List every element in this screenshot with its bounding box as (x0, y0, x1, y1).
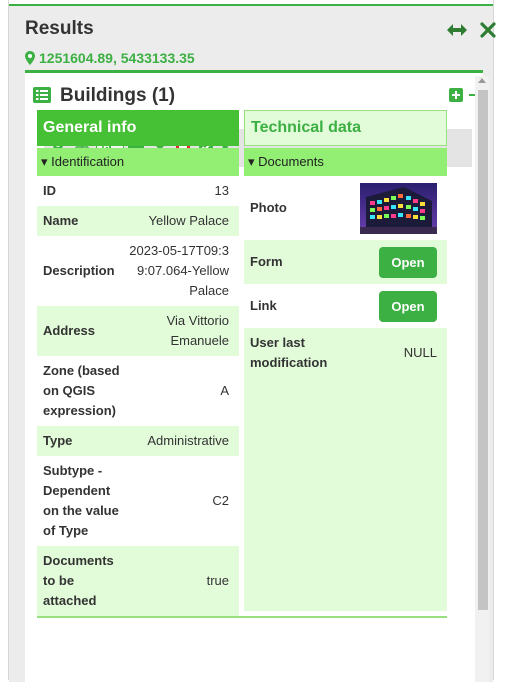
scroll-thumb[interactable] (478, 90, 488, 610)
field-row: Name Yellow Palace (37, 206, 239, 236)
field-row: Type Administrative (37, 426, 239, 456)
field-label: User last modification (250, 335, 328, 370)
card-header: Buildings (1) (25, 73, 479, 115)
field-value: C2 (212, 493, 229, 508)
field-value: NULL (403, 345, 437, 360)
field-value: true (206, 573, 229, 588)
card-bottom-border (37, 616, 447, 618)
tab-general-info[interactable]: General info (37, 110, 239, 146)
field-row: Description 2023-05-17T09:39:07.064-Yell… (37, 236, 239, 306)
section-documents[interactable]: ▾ Documents (244, 148, 447, 176)
vertical-scrollbar[interactable] (475, 76, 489, 682)
open-form-button[interactable]: Open (379, 246, 437, 278)
field-label: Subtype - Dependent on the value of Type (43, 463, 119, 538)
scroll-up-arrow[interactable] (478, 78, 486, 83)
tab-technical-data[interactable]: Technical data (244, 110, 447, 146)
field-value: 2023-05-17T09:39:07.064-Yellow Palace (129, 243, 229, 298)
field-label: Type (43, 433, 73, 448)
coordinates-readout: 1251604.89, 5433133.35 (25, 50, 195, 66)
field-value: Yellow Palace (148, 213, 229, 228)
empty-area (244, 378, 447, 611)
user-modification-row: User last modification NULL (244, 328, 447, 378)
coordinates-text: 1251604.89, 5433133.35 (39, 50, 195, 66)
field-row: Address Via Vittorio Emanuele (37, 306, 239, 356)
building-photo[interactable] (360, 182, 437, 234)
open-link-button[interactable]: Open (379, 290, 437, 322)
field-row: ID 13 (37, 176, 239, 206)
field-label: Name (43, 213, 79, 228)
field-value: Via Vittorio Emanuele (166, 313, 229, 348)
expand-plus-icon[interactable] (449, 88, 463, 102)
technical-data-column: Technical data ▾ Documents Photo Form Op… (244, 110, 447, 611)
field-label: Form (250, 254, 283, 269)
results-panel: Results 1251604.89, 5433133.35 Buildings… (9, 4, 496, 685)
layer-title: Buildings (1) (60, 85, 176, 106)
field-label: Photo (250, 200, 287, 215)
list-icon (33, 87, 51, 103)
link-row: Link Open (244, 284, 447, 328)
field-row: Zone (based on QGIS expression) A (37, 356, 239, 426)
results-title: Results (25, 18, 94, 39)
field-label: Link (250, 298, 277, 313)
photo-row: Photo (244, 176, 447, 240)
expand-horizontal-icon[interactable] (445, 20, 469, 40)
general-info-column: General info ▾ Identification ID 13 Name… (37, 110, 239, 616)
field-label: ID (43, 183, 56, 198)
right-edge (493, 0, 494, 680)
field-label: Description (43, 263, 115, 278)
field-label: Address (43, 323, 96, 338)
form-row: Form Open (244, 240, 447, 284)
field-value: A (220, 383, 229, 398)
field-value: Administrative (147, 433, 229, 448)
field-row: Subtype - Dependent on the value of Type… (37, 456, 239, 546)
field-label: Documents to be attached (43, 553, 114, 608)
field-row: Documents to be attached true (37, 546, 239, 616)
close-icon[interactable] (480, 22, 496, 38)
field-value: 13 (214, 183, 229, 198)
map-marker-icon (25, 51, 35, 65)
field-label: Zone (based on QGIS expression) (43, 363, 120, 418)
section-identification[interactable]: ▾ Identification (37, 148, 239, 176)
